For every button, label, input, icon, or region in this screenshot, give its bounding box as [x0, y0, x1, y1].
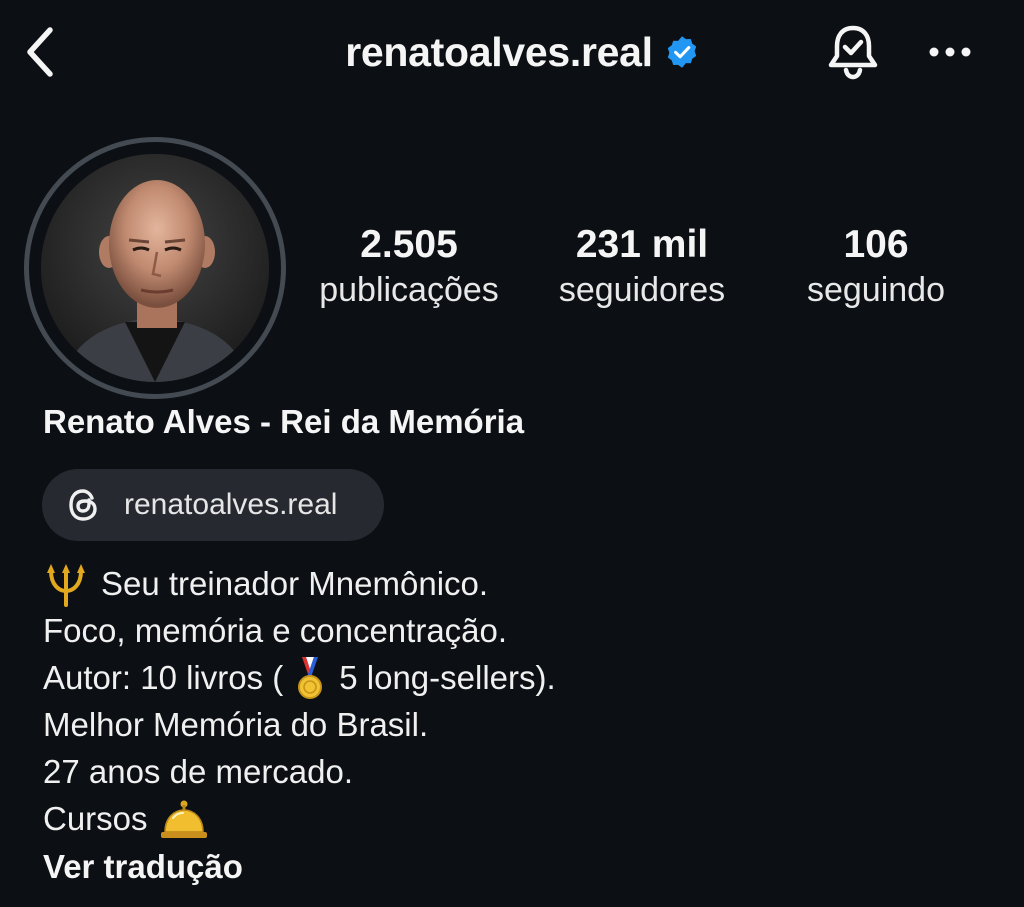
stat-posts[interactable]: 2.505 publicações [299, 222, 519, 312]
more-options-button[interactable] [922, 28, 978, 76]
stat-posts-value: 2.505 [360, 223, 458, 266]
bio-line-5: 27 anos de mercado. [43, 748, 556, 795]
bio-line-3: Autor: 10 livros ( 5 long-sellers). [43, 654, 556, 701]
notification-bell-check-icon [828, 25, 878, 80]
profile-photo [41, 154, 269, 382]
bio-line-2: Foco, memória e concentração. [43, 607, 556, 654]
profile-full-name: Renato Alves - Rei da Memória [43, 403, 525, 440]
bellhop-bell-emoji [160, 800, 207, 838]
stat-followers-value: 231 mil [575, 223, 709, 266]
threads-handle: renatoalves.real [124, 488, 338, 521]
trident-emoji [47, 563, 85, 607]
bio-line-1: Seu treinador Mnemônico. [43, 560, 556, 607]
threads-link-button[interactable]: renatoalves.real [42, 469, 384, 541]
bio-line-1-text: Seu treinador Mnemônico. [101, 565, 489, 602]
see-translation-link[interactable]: Ver tradução [43, 845, 243, 889]
bio-line-3-text-a: Autor: 10 livros ( [43, 659, 284, 696]
stat-following-label: seguindo [806, 271, 945, 309]
stat-following[interactable]: 106 seguindo [766, 222, 986, 312]
bio-line-5-text: 27 anos de mercado. [43, 753, 354, 790]
bio-line-3-text-b: 5 long-sellers). [339, 659, 556, 696]
medal-emoji [298, 656, 323, 699]
back-button[interactable] [18, 22, 62, 82]
bio: Seu treinador Mnemônico. Foco, memória e… [43, 560, 556, 842]
verified-badge-icon [667, 36, 696, 68]
avatar-ring[interactable] [24, 137, 286, 399]
username-title: renatoalves.real [345, 28, 653, 75]
stat-following-value: 106 [843, 223, 909, 266]
bio-line-6: Cursos [43, 795, 556, 842]
notifications-button[interactable] [822, 20, 884, 84]
bio-line-4-text: Melhor Memória do Brasil. [43, 706, 429, 743]
chevron-left-icon [27, 27, 53, 77]
bio-line-2-text: Foco, memória e concentração. [43, 612, 508, 649]
stat-followers[interactable]: 231 mil seguidores [532, 222, 752, 312]
threads-icon [69, 489, 97, 521]
stat-posts-label: publicações [319, 271, 499, 309]
stat-followers-label: seguidores [558, 271, 726, 309]
avatar [41, 154, 269, 382]
bio-line-6-text: Cursos [43, 800, 148, 837]
more-horizontal-icon [929, 47, 971, 57]
bio-line-4: Melhor Memória do Brasil. [43, 701, 556, 748]
